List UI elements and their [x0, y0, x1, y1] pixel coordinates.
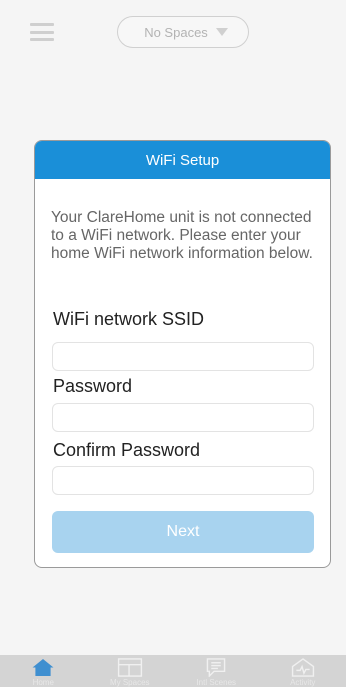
bottom-tab-bar: Home My Spaces Intl Scenes Activity — [0, 655, 346, 687]
activity-icon — [291, 658, 314, 677]
password-field[interactable] — [52, 403, 314, 432]
scenes-icon — [206, 658, 226, 677]
app-screen: No Spaces WiFi Setup Your ClareHome unit… — [0, 0, 346, 687]
ssid-label: WiFi network SSID — [53, 309, 205, 329]
tab-label-scenes: Intl Scenes — [196, 678, 237, 687]
spaces-selector[interactable]: No Spaces — [117, 16, 249, 48]
dialog-message: Your ClareHome unit is not connected to … — [51, 209, 313, 262]
tab-label-home: Home — [32, 678, 54, 687]
home-icon — [32, 658, 54, 677]
dialog-title: WiFi Setup — [145, 151, 220, 169]
tab-home[interactable]: Home — [8, 655, 78, 687]
password-label: Password — [53, 376, 133, 396]
next-button-label: Next — [166, 523, 200, 540]
tab-activity[interactable]: Activity — [268, 655, 338, 687]
confirm-password-label: Confirm Password — [53, 440, 201, 460]
spaces-selector-label: No Spaces — [144, 24, 208, 40]
confirm-password-field[interactable] — [52, 466, 314, 495]
chevron-down-icon — [216, 28, 228, 36]
hamburger-menu-icon[interactable] — [30, 23, 54, 41]
wifi-setup-dialog: WiFi Setup Your ClareHome unit is not co… — [34, 140, 331, 568]
tab-my-spaces[interactable]: My Spaces — [95, 655, 165, 687]
next-button[interactable]: Next — [52, 511, 314, 553]
tab-label-activity: Activity — [290, 678, 316, 687]
tab-label-my-spaces: My Spaces — [109, 678, 150, 687]
spaces-icon — [117, 658, 142, 677]
dialog-header: WiFi Setup — [35, 141, 330, 179]
tab-scenes[interactable]: Intl Scenes — [181, 655, 251, 687]
ssid-field[interactable] — [52, 342, 314, 371]
